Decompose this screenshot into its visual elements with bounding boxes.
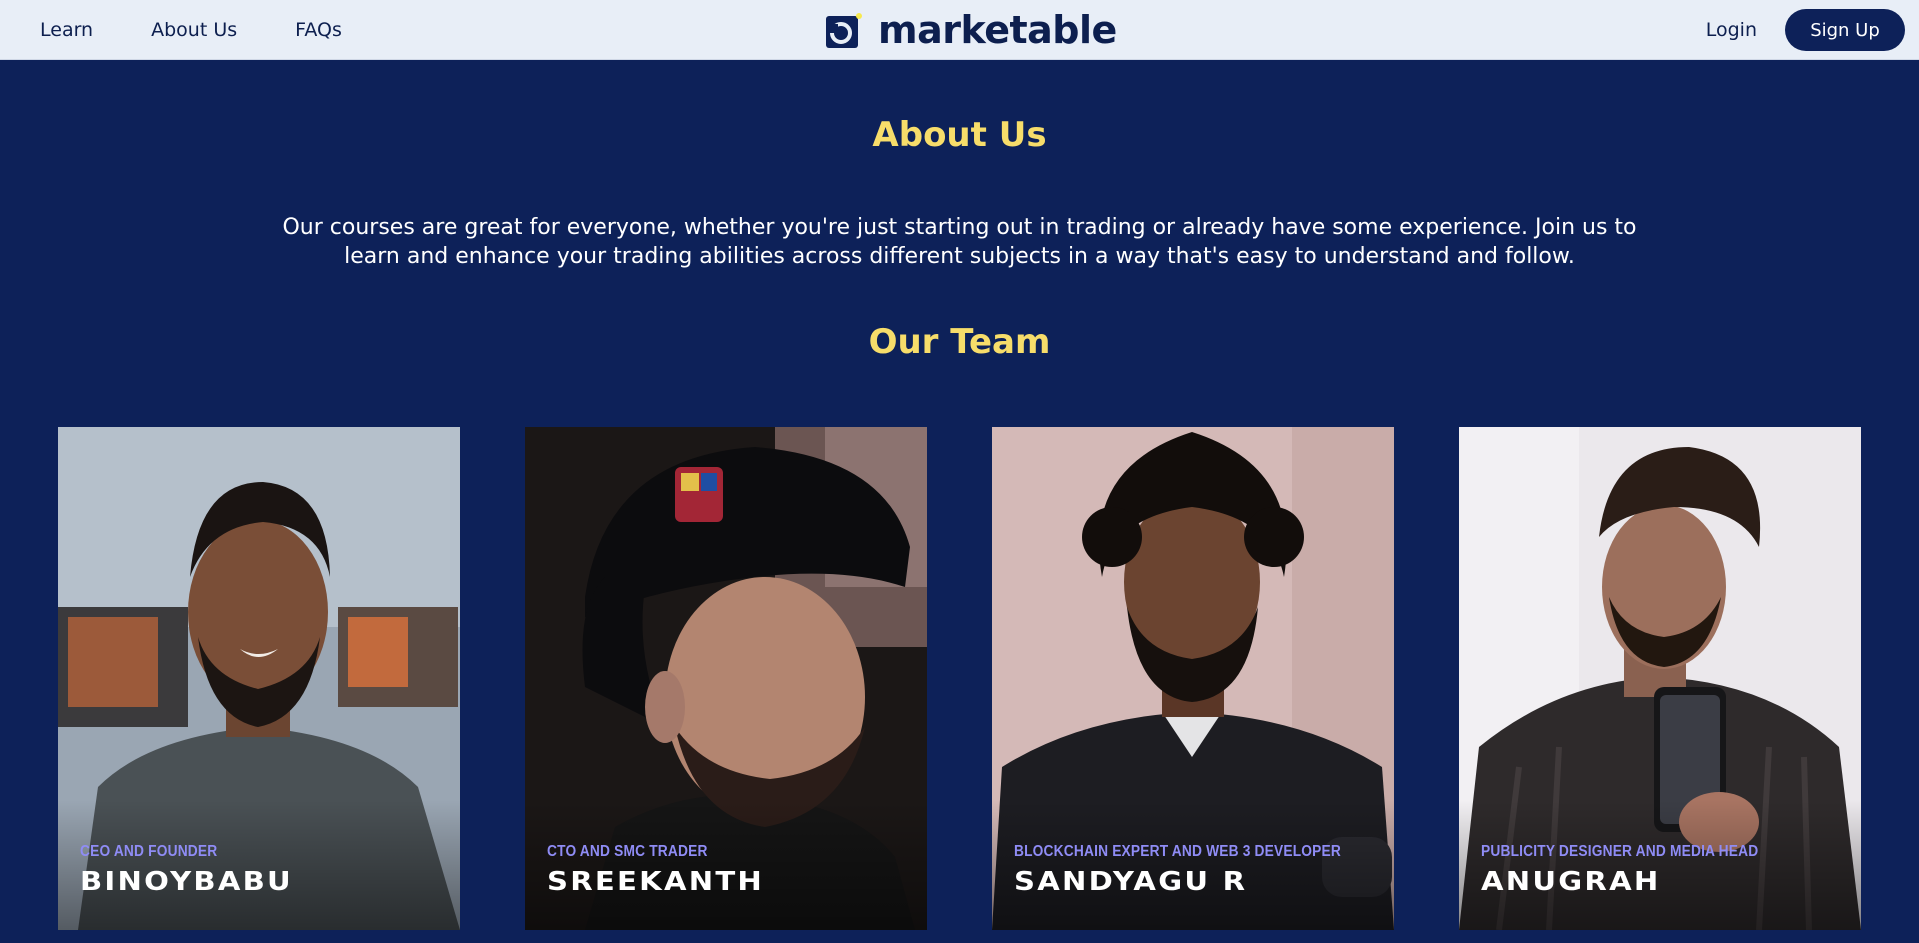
about-description: Our courses are great for everyone, whet…	[282, 215, 1637, 269]
team-member-card: PUBLICITY DESIGNER AND MEDIA HEAD ANUGRA…	[1459, 427, 1861, 930]
nav-link-faqs[interactable]: FAQs	[295, 19, 342, 41]
top-navbar: Learn About Us FAQs marketable Login Sig…	[0, 0, 1919, 60]
team-member-card: CEO AND FOUNDER BINOYBABU	[58, 427, 460, 930]
team-member-name: BINOYBABU	[80, 867, 293, 897]
about-us-heading: About Us	[872, 115, 1047, 155]
team-member-card: CTO AND SMC TRADER SREEKANTH	[525, 427, 927, 930]
sign-up-button[interactable]: Sign Up	[1785, 9, 1905, 51]
nav-link-learn[interactable]: Learn	[40, 19, 93, 41]
team-grid: CEO AND FOUNDER BINOYBABU CTO AND SMC TR…	[58, 427, 1861, 930]
team-member-name: ANUGRAH	[1481, 867, 1661, 897]
team-member-role: CTO AND SMC TRADER	[547, 843, 708, 860]
brand-logo[interactable]: marketable	[826, 8, 1117, 52]
logo-wordmark: marketable	[878, 8, 1117, 52]
team-member-role: PUBLICITY DESIGNER AND MEDIA HEAD	[1481, 843, 1759, 860]
marketable-logo-icon	[826, 12, 862, 48]
our-team-heading: Our Team	[868, 322, 1051, 362]
team-member-name: SREEKANTH	[547, 867, 765, 897]
login-link[interactable]: Login	[1706, 19, 1757, 41]
auth-actions: Login Sign Up	[1706, 0, 1905, 60]
nav-link-about-us[interactable]: About Us	[151, 19, 237, 41]
team-member-card: BLOCKCHAIN EXPERT AND WEB 3 DEVELOPER SA…	[992, 427, 1394, 930]
team-member-name: SANDYAGU R	[1014, 867, 1248, 897]
team-member-role: BLOCKCHAIN EXPERT AND WEB 3 DEVELOPER	[1014, 843, 1341, 860]
primary-nav: Learn About Us FAQs	[40, 0, 400, 60]
team-member-role: CEO AND FOUNDER	[80, 843, 218, 860]
